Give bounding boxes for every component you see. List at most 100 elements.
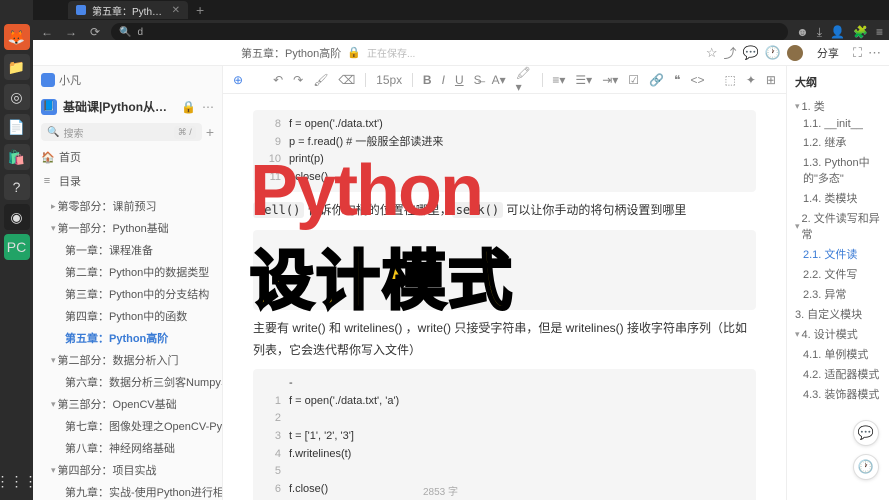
- underline-icon[interactable]: U: [455, 73, 464, 87]
- toc-item[interactable]: ▸第零部分：课前预习: [33, 195, 222, 217]
- saving-status: 正在保存...: [367, 45, 415, 60]
- home-icon: 🏠: [41, 151, 53, 164]
- address-bar[interactable]: 🔍 d: [111, 23, 788, 41]
- avatar[interactable]: [787, 45, 803, 61]
- writer-icon[interactable]: 📄: [4, 114, 30, 140]
- new-tab-button[interactable]: +: [196, 2, 204, 18]
- workspace-switcher[interactable]: 小凡: [33, 66, 222, 94]
- redo-icon[interactable]: ↷: [293, 73, 303, 87]
- toc-item[interactable]: 第四章：Python中的函数: [33, 305, 222, 327]
- toc-item[interactable]: 第六章：数据分析三剑客Numpy、Pan...: [33, 371, 222, 393]
- breadcrumb-item[interactable]: 第五章：Python高阶: [241, 45, 341, 61]
- nav-home[interactable]: 🏠 首页: [33, 145, 222, 169]
- toc-item[interactable]: 第一章：课程准备: [33, 239, 222, 261]
- toc-item[interactable]: ▾第三部分：OpenCV基础: [33, 393, 222, 415]
- account-icon[interactable]: 👤: [830, 25, 845, 39]
- outline-item[interactable]: 2.1. 文件读: [795, 244, 881, 264]
- outline-item[interactable]: 4.3. 装饰器模式: [795, 384, 881, 404]
- code-block-3[interactable]: -1f = open('./data.txt', 'a')23t = ['1',…: [253, 369, 756, 500]
- obs-icon[interactable]: ◉: [4, 204, 30, 230]
- save-icon[interactable]: ⤓: [817, 25, 822, 40]
- extensions-icon[interactable]: 🧩: [853, 25, 868, 39]
- align-icon[interactable]: ≡▾: [552, 73, 565, 87]
- pycharm-icon[interactable]: PC: [4, 234, 30, 260]
- doc-title-row: 📘 基础课|Python从入门到实战 🔒 ⋯: [33, 94, 222, 119]
- tool1-icon[interactable]: ⬚: [724, 73, 735, 87]
- breadcrumb: 第五章：Python高阶 🔒 正在保存...: [241, 45, 415, 61]
- code-icon[interactable]: <>: [690, 73, 704, 87]
- back-button[interactable]: ←: [39, 25, 55, 39]
- quote-icon[interactable]: ❝: [674, 73, 680, 87]
- tab-close-icon[interactable]: ✕: [172, 5, 180, 16]
- doc-title: 基础课|Python从入门到实战: [63, 98, 175, 115]
- plus-icon[interactable]: ⊕: [233, 73, 243, 87]
- undo-icon[interactable]: ↶: [273, 73, 283, 87]
- history-button[interactable]: 🕐: [853, 454, 879, 480]
- content-area: ⊕ ↶ ↷ 🖌 ⌫ 15px B I U S̶ A▾ 🖍▾ ≡▾ ☰▾ ⇥▾ ☑: [223, 66, 786, 500]
- expand-icon[interactable]: ⛶: [853, 45, 862, 61]
- firefox-icon[interactable]: 🦊: [4, 24, 30, 50]
- search-placeholder: 搜索: [63, 125, 83, 140]
- help-icon[interactable]: ?: [4, 174, 30, 200]
- outline-item[interactable]: ▾2. 文件读写和异常: [795, 208, 881, 244]
- toc-item[interactable]: 第五章：Python高阶: [33, 327, 222, 349]
- toc-item[interactable]: 第三章：Python中的分支结构: [33, 283, 222, 305]
- toc-item[interactable]: ▾第一部分：Python基础: [33, 217, 222, 239]
- reload-button[interactable]: ⟳: [87, 25, 103, 39]
- doc-body[interactable]: 8f = open('./data.txt')9p = f.read() # 一…: [223, 94, 786, 500]
- browser-tab[interactable]: 第五章：Python高阶 ✕: [68, 1, 188, 19]
- toc-item[interactable]: 第二章：Python中的数据类型: [33, 261, 222, 283]
- text-color-icon[interactable]: A▾: [492, 73, 506, 87]
- outline-item[interactable]: 1.1. __init__: [795, 116, 881, 132]
- outline-item[interactable]: 2.3. 异常: [795, 284, 881, 304]
- brush-icon[interactable]: 🖌: [313, 73, 328, 87]
- new-page-button[interactable]: +: [206, 124, 214, 140]
- toc-item[interactable]: 第七章：图像处理之OpenCV-Python: [33, 415, 222, 437]
- more-icon[interactable]: ⋯: [868, 45, 881, 61]
- toc-item[interactable]: 第八章：神经网络基础: [33, 437, 222, 459]
- highlight-icon[interactable]: 🖍▾: [516, 66, 532, 94]
- share-button[interactable]: 分享: [809, 43, 847, 63]
- toc-item[interactable]: ▾第二部分：数据分析入门: [33, 349, 222, 371]
- app-icon-2[interactable]: 🛍️: [4, 144, 30, 170]
- outline-item[interactable]: 1.3. Python中的"多态": [795, 152, 881, 188]
- star-icon[interactable]: ☆: [706, 45, 718, 61]
- task-icon[interactable]: ☑: [628, 73, 639, 87]
- forward-button[interactable]: →: [63, 25, 79, 39]
- clear-icon[interactable]: ⌫: [338, 73, 355, 87]
- indent-icon[interactable]: ⇥▾: [602, 73, 618, 87]
- doc-header: 第五章：Python高阶 🔒 正在保存... ☆ ⤴ 💬 🕐 分享 ⛶ ⋯: [33, 40, 889, 66]
- toc-item[interactable]: 第九章：实战-使用Python进行相机的...: [33, 481, 222, 500]
- search-input[interactable]: 🔍 搜索 ⌘ /: [41, 123, 202, 141]
- outline-item[interactable]: 3. 自定义模块: [795, 304, 881, 324]
- code-block-hidden[interactable]: [253, 230, 756, 310]
- tool2-icon[interactable]: ✦: [746, 73, 756, 87]
- link-icon[interactable]: 🔗: [649, 73, 664, 87]
- app-icon-1[interactable]: ◎: [4, 84, 30, 110]
- outline-item[interactable]: ▾1. 类: [795, 96, 881, 116]
- outline-item[interactable]: 2.2. 文件写: [795, 264, 881, 284]
- outline-item[interactable]: 1.4. 类模块: [795, 188, 881, 208]
- strike-icon[interactable]: S̶: [474, 73, 482, 87]
- doc-more-icon[interactable]: ⋯: [202, 100, 214, 114]
- app-grid-icon[interactable]: ⋮⋮⋮: [4, 468, 30, 494]
- code-block-1[interactable]: 8f = open('./data.txt')9p = f.read() # 一…: [253, 110, 756, 192]
- mask-icon[interactable]: ☻: [796, 25, 809, 39]
- tool3-icon[interactable]: ⊞: [766, 73, 776, 87]
- outline-item[interactable]: ▾4. 设计模式: [795, 324, 881, 344]
- clock-icon[interactable]: 🕐: [765, 45, 781, 61]
- outline-item[interactable]: 4.1. 单例模式: [795, 344, 881, 364]
- menu-icon[interactable]: ≡: [876, 25, 883, 39]
- nav-toc[interactable]: ≡ 目录: [33, 169, 222, 193]
- comment-icon[interactable]: 💬: [743, 45, 759, 61]
- list-icon[interactable]: ☰▾: [575, 73, 592, 87]
- toc-item[interactable]: ▾第四部分：项目实战: [33, 459, 222, 481]
- files-icon[interactable]: 📁: [4, 54, 30, 80]
- upload-icon[interactable]: ⤴: [724, 43, 737, 62]
- chat-button[interactable]: 💬: [853, 420, 879, 446]
- font-size[interactable]: 15px: [376, 73, 402, 87]
- outline-item[interactable]: 1.2. 继承: [795, 132, 881, 152]
- italic-icon[interactable]: I: [442, 73, 445, 87]
- outline-item[interactable]: 4.2. 适配器模式: [795, 364, 881, 384]
- bold-icon[interactable]: B: [423, 73, 432, 87]
